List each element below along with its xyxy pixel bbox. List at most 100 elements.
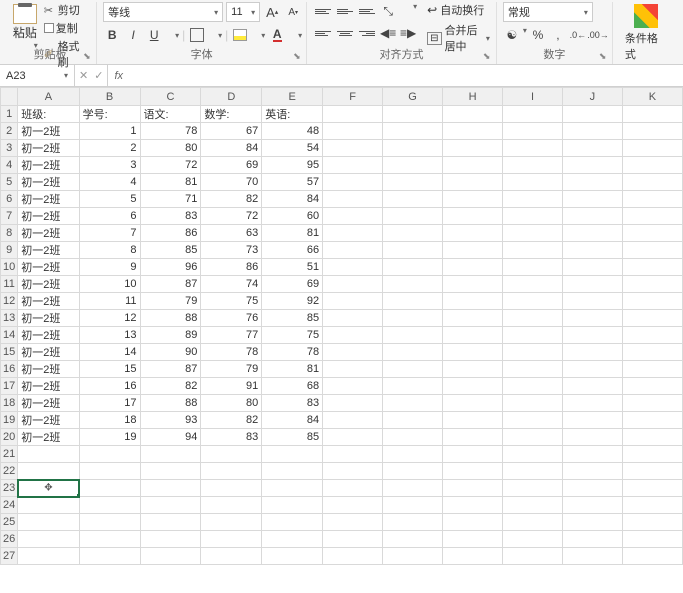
cell-K10[interactable] (622, 259, 682, 276)
cell-H1[interactable] (443, 106, 503, 123)
cell-A18[interactable]: 初一2班 (18, 395, 79, 412)
cell-G16[interactable] (383, 361, 443, 378)
cell-F19[interactable] (323, 412, 383, 429)
cell-H24[interactable] (443, 497, 503, 514)
cell-E3[interactable]: 54 (262, 140, 323, 157)
column-header-D[interactable]: D (201, 88, 262, 106)
cell-J4[interactable] (562, 157, 622, 174)
comma-button[interactable]: , (549, 26, 567, 44)
column-header-C[interactable]: C (140, 88, 201, 106)
cell-F14[interactable] (323, 327, 383, 344)
cell-G27[interactable] (383, 548, 443, 565)
column-header-A[interactable]: A (18, 88, 79, 106)
cell-E12[interactable]: 92 (262, 293, 323, 310)
cell-A9[interactable]: 初一2班 (18, 242, 79, 259)
cell-K2[interactable] (622, 123, 682, 140)
cell-I2[interactable] (503, 123, 563, 140)
cell-E18[interactable]: 83 (262, 395, 323, 412)
cell-J25[interactable] (562, 514, 622, 531)
row-header-17[interactable]: 17 (1, 378, 18, 395)
align-top-button[interactable] (313, 2, 333, 20)
cell-B15[interactable]: 14 (79, 344, 140, 361)
align-center-button[interactable] (335, 24, 355, 42)
cell-E27[interactable] (262, 548, 323, 565)
increase-indent-button[interactable]: ≡▶ (399, 24, 417, 42)
cell-D12[interactable]: 75 (201, 293, 262, 310)
cell-E7[interactable]: 60 (262, 208, 323, 225)
chevron-down-icon[interactable]: ▾ (175, 31, 179, 40)
cell-K11[interactable] (622, 276, 682, 293)
cell-I5[interactable] (503, 174, 563, 191)
cell-G17[interactable] (383, 378, 443, 395)
cell-E14[interactable]: 75 (262, 327, 323, 344)
cell-F22[interactable] (323, 463, 383, 480)
cell-K18[interactable] (622, 395, 682, 412)
cancel-formula-button[interactable]: ✕ (79, 69, 88, 82)
cell-K8[interactable] (622, 225, 682, 242)
cell-B21[interactable] (79, 446, 140, 463)
cell-D19[interactable]: 82 (201, 412, 262, 429)
cell-C10[interactable]: 96 (140, 259, 201, 276)
cell-I23[interactable] (503, 480, 563, 497)
cell-B16[interactable]: 15 (79, 361, 140, 378)
cell-I13[interactable] (503, 310, 563, 327)
cell-G10[interactable] (383, 259, 443, 276)
cell-B8[interactable]: 7 (79, 225, 140, 242)
number-format-select[interactable]: 常规 ▾ (503, 2, 593, 22)
cell-H20[interactable] (443, 429, 503, 446)
italic-button[interactable]: I (124, 26, 142, 44)
cell-I12[interactable] (503, 293, 563, 310)
cell-H25[interactable] (443, 514, 503, 531)
column-header-H[interactable]: H (443, 88, 503, 106)
cell-C2[interactable]: 78 (140, 123, 201, 140)
cell-B19[interactable]: 18 (79, 412, 140, 429)
decrease-font-button[interactable]: A▾ (284, 3, 302, 21)
cell-H19[interactable] (443, 412, 503, 429)
cell-G20[interactable] (383, 429, 443, 446)
cell-F24[interactable] (323, 497, 383, 514)
cell-K21[interactable] (622, 446, 682, 463)
cell-I17[interactable] (503, 378, 563, 395)
cell-B14[interactable]: 13 (79, 327, 140, 344)
cell-J23[interactable] (562, 480, 622, 497)
cell-C1[interactable]: 语文: (140, 106, 201, 123)
column-header-J[interactable]: J (562, 88, 622, 106)
cell-G8[interactable] (383, 225, 443, 242)
cell-J16[interactable] (562, 361, 622, 378)
cell-C25[interactable] (140, 514, 201, 531)
cell-K1[interactable] (622, 106, 682, 123)
cell-K3[interactable] (622, 140, 682, 157)
cell-A5[interactable]: 初一2班 (18, 174, 79, 191)
cell-F27[interactable] (323, 548, 383, 565)
row-header-23[interactable]: 23 (1, 480, 18, 497)
font-size-select[interactable]: 11 ▾ (226, 2, 260, 22)
cell-K7[interactable] (622, 208, 682, 225)
cell-A10[interactable]: 初一2班 (18, 259, 79, 276)
cell-I8[interactable] (503, 225, 563, 242)
cell-E26[interactable] (262, 531, 323, 548)
cell-F2[interactable] (323, 123, 383, 140)
cell-C13[interactable]: 88 (140, 310, 201, 327)
cell-H13[interactable] (443, 310, 503, 327)
cell-F13[interactable] (323, 310, 383, 327)
cell-C27[interactable] (140, 548, 201, 565)
cell-K5[interactable] (622, 174, 682, 191)
cell-G7[interactable] (383, 208, 443, 225)
cell-E6[interactable]: 84 (262, 191, 323, 208)
row-header-11[interactable]: 11 (1, 276, 18, 293)
cell-J21[interactable] (562, 446, 622, 463)
cell-F11[interactable] (323, 276, 383, 293)
cell-H14[interactable] (443, 327, 503, 344)
cell-J15[interactable] (562, 344, 622, 361)
cell-A20[interactable]: 初一2班 (18, 429, 79, 446)
cell-K22[interactable] (622, 463, 682, 480)
cell-C5[interactable]: 81 (140, 174, 201, 191)
cell-B20[interactable]: 19 (79, 429, 140, 446)
cell-E20[interactable]: 85 (262, 429, 323, 446)
cell-F20[interactable] (323, 429, 383, 446)
row-header-7[interactable]: 7 (1, 208, 18, 225)
wrap-text-button[interactable]: ↩ 自动换行 (427, 2, 490, 18)
cell-I20[interactable] (503, 429, 563, 446)
cell-G18[interactable] (383, 395, 443, 412)
cell-G24[interactable] (383, 497, 443, 514)
